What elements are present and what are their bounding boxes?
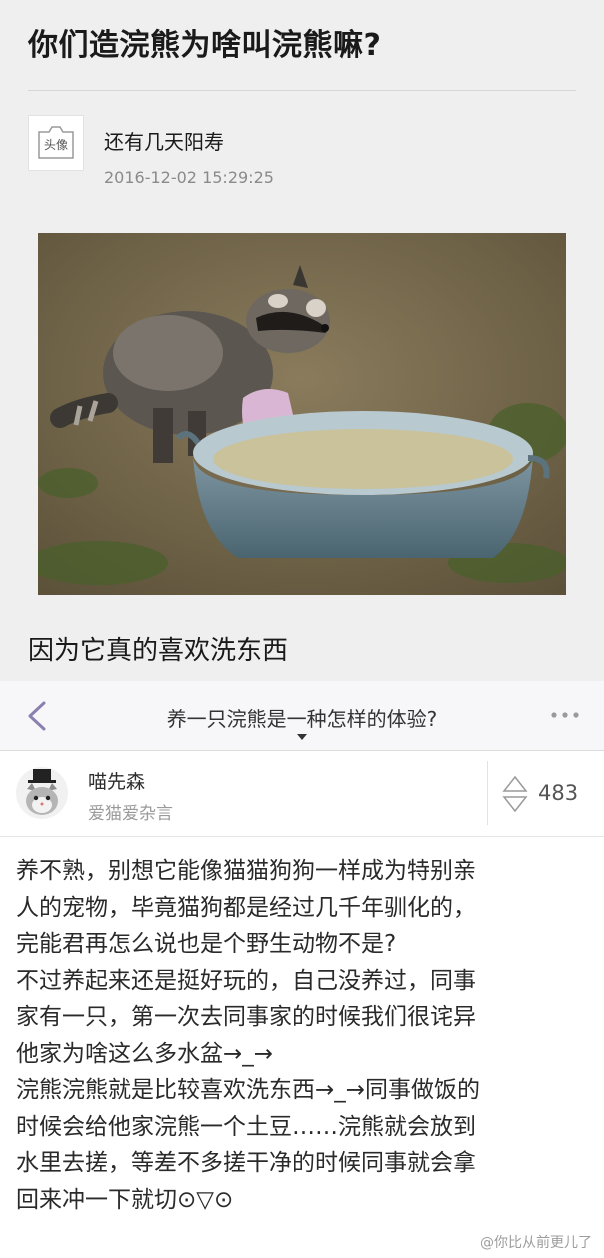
raccoon-photo — [38, 233, 566, 595]
more-dots-icon[interactable] — [548, 705, 582, 725]
answer-author-row: 喵先森 爱猫爱杂言 483 — [0, 751, 604, 837]
vote-count: 483 — [538, 781, 579, 805]
answer-line: 不过养起来还是挺好玩的，自己没养过，同事 — [16, 967, 476, 994]
answer-author-name[interactable]: 喵先森 — [88, 767, 145, 794]
avatar[interactable] — [16, 767, 68, 819]
answer-line: 他家为啥这么多水盆→_→ — [16, 1040, 274, 1067]
answer-line: 时候会给他家浣熊一个土豆……浣熊就会放到 — [16, 1113, 476, 1140]
answer-line: 完能君再怎么说也是个野生动物不是? — [16, 931, 397, 957]
caret-down-icon[interactable] — [297, 734, 307, 740]
avatar-placeholder-text: 头像 — [43, 138, 68, 152]
divider — [28, 90, 576, 91]
post-timestamp: 2016-12-02 15:29:25 — [104, 168, 274, 187]
answer-body: 养不熟，别想它能像猫猫狗狗一样成为特别亲 人的宠物，毕竟猫狗都是经过几千年驯化的… — [16, 853, 596, 1218]
watermark: @你比从前更儿了 — [480, 1235, 592, 1251]
author-avatar[interactable]: 头像 — [28, 115, 84, 171]
article-caption: 因为它真的喜欢洗东西 — [28, 636, 289, 666]
answer-author-bio: 爱猫爱杂言 — [88, 804, 173, 824]
answer-line: 家有一只，第一次去同事家的时候我们很诧异 — [16, 1004, 476, 1030]
answer-line: 人的宠物，毕竟猫狗都是经过几千年驯化的， — [16, 894, 476, 921]
cat-with-top-hat-icon — [26, 769, 58, 815]
question-title[interactable]: 养一只浣熊是一种怎样的体验? — [0, 703, 604, 732]
answer-line: 水里去搓，等差不多搓干净的时候同事就会拿 — [16, 1150, 476, 1176]
question-nav-bar: 养一只浣熊是一种怎样的体验? — [0, 681, 604, 751]
article-title: 你们造浣熊为啥叫浣熊嘛? — [28, 28, 382, 63]
author-name[interactable]: 还有几天阳寿 — [104, 126, 224, 155]
answer-line: 回来冲一下就切⊙▽⊙ — [16, 1186, 234, 1213]
vote-arrows-icon[interactable] — [502, 775, 528, 813]
answer-line: 浣熊浣熊就是比较喜欢洗东西→_→同事做饭的 — [16, 1077, 481, 1103]
answer-line: 养不熟，别想它能像猫猫狗狗一样成为特别亲 — [16, 858, 476, 884]
divider — [487, 761, 488, 825]
article-card: 你们造浣熊为啥叫浣熊嘛? 头像 还有几天阳寿 2016-12-02 15:29:… — [0, 0, 604, 681]
